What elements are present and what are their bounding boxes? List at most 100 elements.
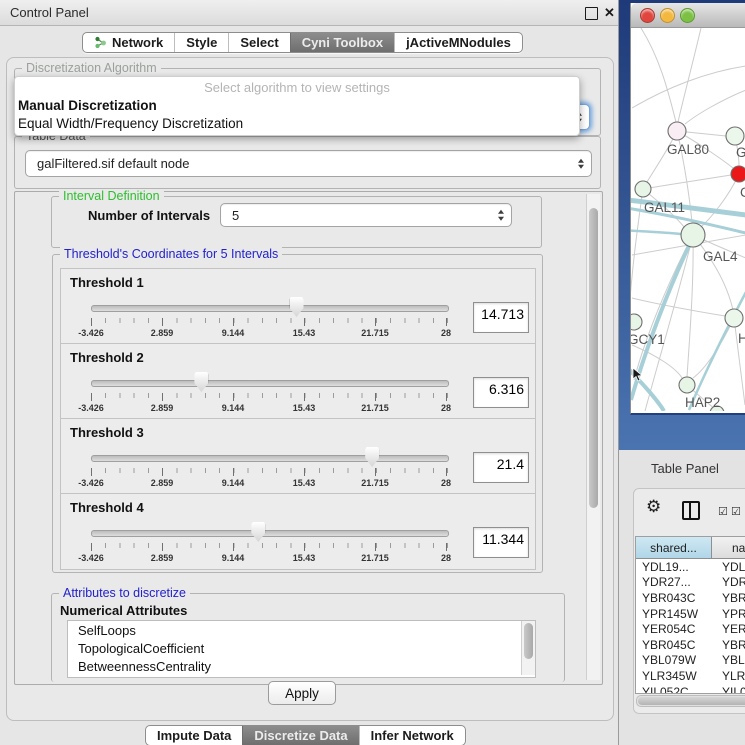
network-view-window: GAL80 GA C GAL11 GAL4 GCY1 H HAP2 — [630, 3, 745, 415]
list-item[interactable]: TopologicalCoefficient — [68, 639, 535, 657]
tab-network[interactable]: Network — [83, 33, 174, 52]
tick-label: 21.715 — [361, 328, 389, 338]
threshold-1-panel: Threshold 1 -3.426 2.859 9.144 15.43 21.… — [60, 268, 536, 345]
network-node[interactable] — [668, 122, 686, 140]
network-window-titlebar[interactable] — [631, 3, 745, 28]
table-panel: Table Panel ⚙ ☑ ☑ shared... na YDL19...Y… — [618, 450, 745, 745]
window-minimize-icon[interactable] — [660, 8, 675, 23]
panel-title: Control Panel — [10, 5, 89, 20]
node-label: GAL4 — [703, 249, 738, 264]
gear-icon[interactable]: ⚙ — [646, 497, 661, 517]
tab-label: Select — [240, 35, 278, 50]
checkbox-icon[interactable]: ☑ — [731, 505, 741, 518]
apply-button[interactable]: Apply — [268, 681, 336, 705]
window-close-icon[interactable] — [640, 8, 655, 23]
settings-scrollbar[interactable] — [586, 194, 600, 680]
node-label: HAP2 — [685, 395, 720, 410]
window-zoom-icon[interactable] — [680, 8, 695, 23]
tab-label: Infer Network — [371, 728, 454, 743]
interval-definition-group: Interval Definition Number of Intervals … — [51, 196, 542, 248]
tab-discretize-data[interactable]: Discretize Data — [242, 726, 358, 745]
checkbox-icon[interactable]: ☑ — [718, 505, 728, 518]
threshold-value-field[interactable]: 11.344 — [473, 527, 529, 558]
network-node[interactable] — [681, 223, 705, 247]
tick-label: -3.426 — [78, 328, 104, 338]
tab-infer-network[interactable]: Infer Network — [359, 726, 465, 745]
slider-handle[interactable] — [365, 447, 379, 467]
slider-track[interactable] — [91, 455, 449, 462]
tab-jactivemnodules[interactable]: jActiveMNodules — [394, 33, 522, 52]
tab-impute-data[interactable]: Impute Data — [146, 726, 242, 745]
control-panel-window: Control Panel ✕ Network Style Select Cyn… — [0, 0, 618, 745]
slider-handle[interactable] — [290, 297, 304, 317]
network-node[interactable] — [635, 181, 651, 197]
num-intervals-combobox[interactable]: 5 — [220, 203, 512, 227]
tick-label: 15.43 — [293, 478, 316, 488]
group-title: Attributes to discretize — [59, 586, 190, 600]
threshold-1-slider: -3.426 2.859 9.144 15.43 21.715 28 — [91, 269, 447, 344]
tick-label: 9.144 — [222, 478, 245, 488]
column-header-shared-name[interactable]: shared... — [636, 537, 712, 558]
threshold-value-field[interactable]: 21.4 — [473, 452, 529, 483]
threshold-value-field[interactable]: 6.316 — [473, 377, 529, 408]
table-data-combobox[interactable]: galFiltered.sif default node — [25, 150, 592, 177]
tick-label: 15.43 — [293, 403, 316, 413]
tick-label: 21.715 — [361, 478, 389, 488]
screen: Control Panel ✕ Network Style Select Cyn… — [0, 0, 745, 745]
tab-label: Style — [186, 35, 217, 50]
list-scrollbar[interactable] — [521, 621, 535, 675]
float-panel-icon[interactable] — [585, 7, 598, 20]
table-row[interactable]: YDL19...YDL1 — [636, 559, 745, 575]
slider-track[interactable] — [91, 380, 449, 387]
tick-label: 15.43 — [293, 553, 316, 563]
node-attribute-table: shared... na YDL19...YDL1 YDR27...YDR2 Y… — [635, 536, 745, 694]
network-tab-icon — [94, 36, 107, 49]
tab-select[interactable]: Select — [228, 33, 289, 52]
algorithm-dropdown-popup: Select algorithm to view settings Manual… — [14, 76, 580, 136]
slider-handle[interactable] — [251, 522, 265, 542]
tab-cyni-toolbox[interactable]: Cyni Toolbox — [290, 33, 394, 52]
threshold-value-field[interactable]: 14.713 — [473, 302, 529, 333]
network-node[interactable] — [679, 377, 695, 393]
slider-track[interactable] — [91, 305, 449, 312]
tab-style[interactable]: Style — [174, 33, 228, 52]
tab-label: jActiveMNodules — [406, 35, 511, 50]
table-row[interactable]: YLR345WYLR3 — [636, 668, 745, 684]
control-panel-titlebar: Control Panel ✕ — [0, 0, 618, 26]
table-row[interactable]: YBR045CYBR0 — [636, 637, 745, 653]
slider-handle[interactable] — [194, 372, 208, 392]
network-node[interactable] — [725, 309, 743, 327]
thresholds-group: Threshold's Coordinates for 5 Intervals … — [52, 254, 543, 573]
list-item[interactable]: SelfLoops — [68, 621, 535, 639]
table-row[interactable]: YBL079WYBL0 — [636, 653, 745, 669]
close-icon[interactable]: ✕ — [604, 7, 615, 18]
node-label: C — [740, 185, 745, 200]
table-row[interactable]: YBR043CYBR0 — [636, 590, 745, 606]
tick-label: 9.144 — [222, 328, 245, 338]
column-layout-icon[interactable] — [682, 501, 700, 520]
slider-track[interactable] — [91, 530, 449, 537]
table-row[interactable]: YDR27...YDR2 — [636, 575, 745, 591]
column-header-name[interactable]: na — [712, 537, 745, 558]
tick-label: 28 — [441, 478, 451, 488]
dropdown-option-equal-width-frequency[interactable]: Equal Width/Frequency Discretization — [18, 116, 243, 131]
dropdown-option-manual-discretization[interactable]: Manual Discretization — [18, 98, 157, 113]
list-item[interactable]: BetweennessCentrality — [68, 657, 535, 675]
dropdown-placeholder: Select algorithm to view settings — [15, 80, 579, 95]
network-node[interactable] — [631, 314, 642, 330]
table-row[interactable]: YER054CYER0 — [636, 621, 745, 637]
group-title: Threshold's Coordinates for 5 Intervals — [60, 247, 282, 261]
tab-label: Impute Data — [157, 728, 231, 743]
tick-label: -3.426 — [78, 403, 104, 413]
network-canvas[interactable]: GAL80 GA C GAL11 GAL4 GCY1 H HAP2 — [631, 28, 745, 411]
tick-label: 2.859 — [151, 403, 174, 413]
network-node[interactable] — [726, 127, 744, 145]
table-horizontal-scrollbar[interactable] — [636, 695, 745, 707]
network-node-selected[interactable] — [731, 166, 745, 182]
tab-label: Network — [112, 35, 163, 50]
table-row[interactable]: YPR145WYPR1 — [636, 606, 745, 622]
table-data-value: galFiltered.sif default node — [37, 156, 189, 171]
tick-label: 2.859 — [151, 478, 174, 488]
tick-label: -3.426 — [78, 553, 104, 563]
table-row[interactable]: YIL052CYIL0 — [636, 684, 745, 694]
